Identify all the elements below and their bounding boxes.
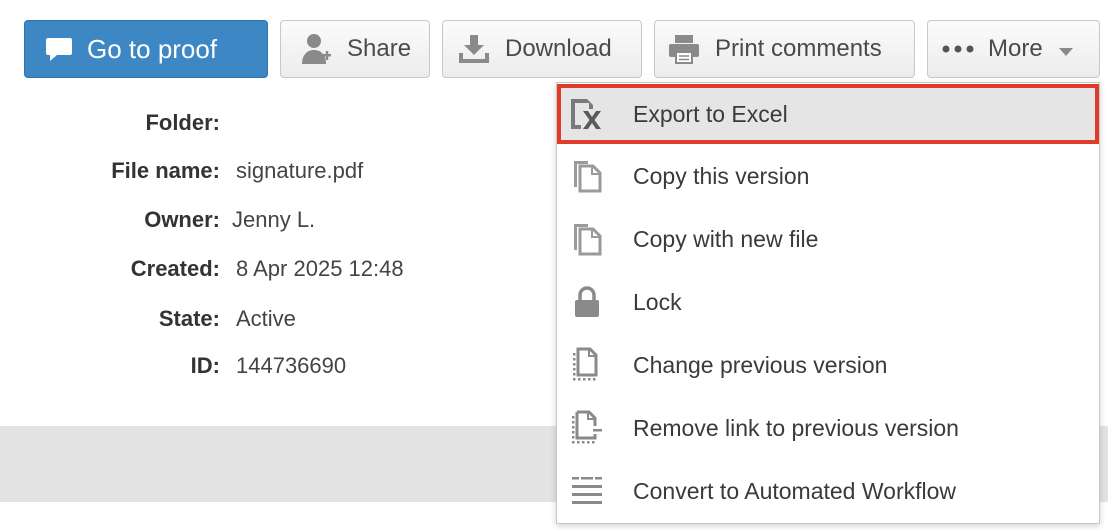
- detail-value: 8 Apr 2025 12:48: [236, 256, 404, 281]
- toolbar: Go to proof Share Download Print comment…: [0, 0, 1108, 82]
- detail-row-file-name: File name: signature.pdf: [0, 158, 540, 188]
- speech-bubble-icon: [45, 36, 73, 62]
- excel-export-icon: [559, 97, 615, 131]
- lock-icon: [559, 286, 615, 318]
- go-to-proof-button[interactable]: Go to proof: [24, 20, 268, 78]
- menu-item-label: Copy with new file: [633, 225, 819, 252]
- caret-down-icon: [1058, 35, 1073, 63]
- copy-icon: [559, 159, 615, 193]
- share-button[interactable]: Share: [280, 20, 430, 78]
- detail-value: 144736690: [236, 353, 347, 378]
- detail-label: Owner:: [144, 207, 220, 232]
- menu-item-remove-link-to-previous-version[interactable]: Remove link to previous version: [557, 398, 1099, 458]
- menu-item-convert-to-automated-workflow[interactable]: Convert to Automated Workflow: [557, 461, 1099, 521]
- detail-label: ID:: [190, 353, 220, 378]
- detail-label: State:: [158, 306, 220, 331]
- detail-row-state: State: Active: [0, 306, 540, 336]
- menu-item-label: Lock: [633, 288, 682, 315]
- download-icon: [457, 33, 491, 65]
- menu-item-label: Convert to Automated Workflow: [633, 477, 956, 504]
- download-button[interactable]: Download: [442, 20, 642, 78]
- detail-row-owner: Owner: Jenny L.: [0, 207, 540, 237]
- more-dropdown-menu: Export to Excel Copy this version Copy w…: [556, 82, 1100, 524]
- document-unlink-icon: [559, 410, 615, 446]
- document-dotted-icon: [559, 347, 615, 383]
- detail-value: signature.pdf: [236, 158, 364, 183]
- detail-value: Active: [236, 306, 296, 331]
- menu-item-label: Remove link to previous version: [633, 414, 959, 441]
- more-label: More: [988, 35, 1043, 62]
- menu-item-export-to-excel[interactable]: Export to Excel: [557, 84, 1099, 144]
- detail-row-folder: Folder:: [0, 110, 540, 140]
- print-comments-label: Print comments: [715, 35, 882, 62]
- share-label: Share: [347, 35, 412, 62]
- menu-item-lock[interactable]: Lock: [557, 272, 1099, 332]
- menu-item-label: Change previous version: [633, 351, 888, 378]
- detail-row-id: ID: 144736690: [0, 353, 540, 383]
- go-to-proof-label: Go to proof: [87, 33, 218, 64]
- detail-label: File name:: [111, 158, 220, 183]
- ellipsis-icon: [942, 45, 974, 53]
- add-user-icon: [301, 32, 333, 66]
- menu-item-copy-this-version[interactable]: Copy this version: [557, 146, 1099, 206]
- menu-item-copy-with-new-file[interactable]: Copy with new file: [557, 209, 1099, 269]
- menu-item-change-previous-version[interactable]: Change previous version: [557, 335, 1099, 395]
- menu-item-label: Copy this version: [633, 162, 810, 189]
- detail-label: Folder:: [145, 110, 220, 135]
- menu-item-label: Export to Excel: [633, 100, 788, 127]
- detail-label: Created:: [130, 256, 220, 281]
- download-label: Download: [505, 35, 612, 62]
- more-button[interactable]: More: [927, 20, 1100, 78]
- detail-value: Jenny L.: [232, 207, 316, 232]
- copy-icon: [559, 222, 615, 256]
- workflow-icon: [559, 475, 615, 507]
- print-comments-button[interactable]: Print comments: [654, 20, 915, 78]
- detail-row-created: Created: 8 Apr 2025 12:48: [0, 256, 540, 286]
- printer-icon: [667, 33, 701, 65]
